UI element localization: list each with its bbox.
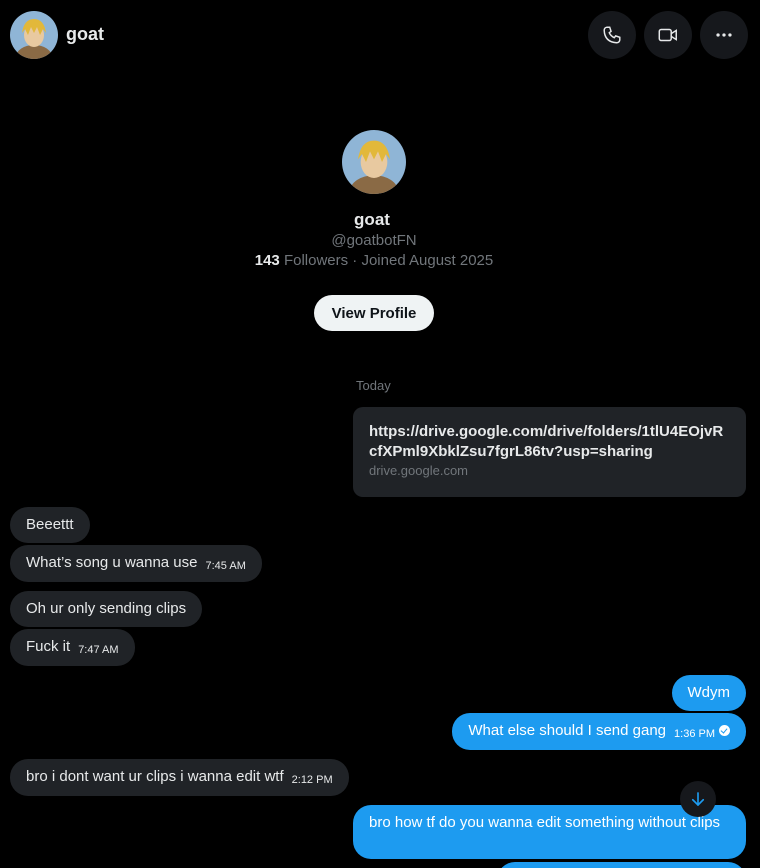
arrow-down-icon (691, 792, 705, 806)
message-bubble[interactable]: What’s song u wanna use 7:45 AM (10, 545, 262, 582)
day-separator: Today (356, 378, 391, 393)
message-text: Wdym (687, 684, 731, 701)
message-text: bro how tf do you wanna edit something w… (369, 814, 721, 831)
link-preview-card[interactable]: https://drive.google.com/drive/folders/1… (353, 407, 746, 497)
scroll-to-bottom-button[interactable] (680, 781, 716, 817)
message-bubble[interactable]: Oh ur only sending clips (10, 591, 203, 627)
message-time: 1:36 PM (674, 728, 715, 740)
message-bubble-partial[interactable] (497, 862, 746, 868)
message-text: Fuck it (26, 638, 71, 655)
message-text: bro i dont want ur clips i wanna edit wt… (26, 768, 284, 785)
message-text: What else should I send gang (468, 722, 667, 739)
conversation-header: goat (0, 0, 760, 70)
user-avatar-icon[interactable] (10, 11, 58, 59)
profile-avatar[interactable] (342, 130, 406, 194)
profile-name: goat (354, 210, 390, 229)
profile-stats: 143 Followers · Joined August 2025 (0, 252, 748, 269)
video-call-button[interactable] (644, 11, 692, 59)
joined-date: · Joined August 2025 (352, 252, 494, 269)
link-url[interactable]: https://drive.google.com/drive/folders/1… (369, 422, 730, 462)
read-receipt-icon (719, 725, 730, 736)
message-time: 2:12 PM (291, 774, 333, 786)
video-camera-icon (658, 28, 677, 42)
view-profile-button[interactable]: View Profile (314, 295, 434, 331)
message-bubble[interactable]: bro i dont want ur clips i wanna edit wt… (10, 759, 349, 796)
followers-label: Followers (283, 252, 349, 269)
message-bubble[interactable]: What else should I send gang 1:36 PM (452, 713, 746, 750)
header-username[interactable]: goat (66, 24, 104, 45)
call-button[interactable] (588, 11, 636, 59)
more-options-button[interactable] (700, 11, 748, 59)
message-time: 7:47 AM (78, 644, 119, 656)
phone-icon (603, 26, 621, 44)
profile-handle: @goatbotFN (331, 232, 417, 249)
message-text: What’s song u wanna use (26, 554, 198, 571)
message-text: Beeettt (26, 516, 74, 533)
followers-count: 143 (254, 252, 280, 269)
message-bubble[interactable]: Beeettt (10, 507, 90, 543)
link-domain: drive.google.com (369, 463, 468, 478)
message-bubble[interactable]: Fuck it 7:47 AM (10, 629, 135, 666)
message-time: 7:45 AM (205, 560, 246, 572)
more-horizontal-icon (716, 33, 732, 37)
message-text: Oh ur only sending clips (26, 600, 187, 617)
message-bubble[interactable]: Wdym (671, 675, 746, 711)
